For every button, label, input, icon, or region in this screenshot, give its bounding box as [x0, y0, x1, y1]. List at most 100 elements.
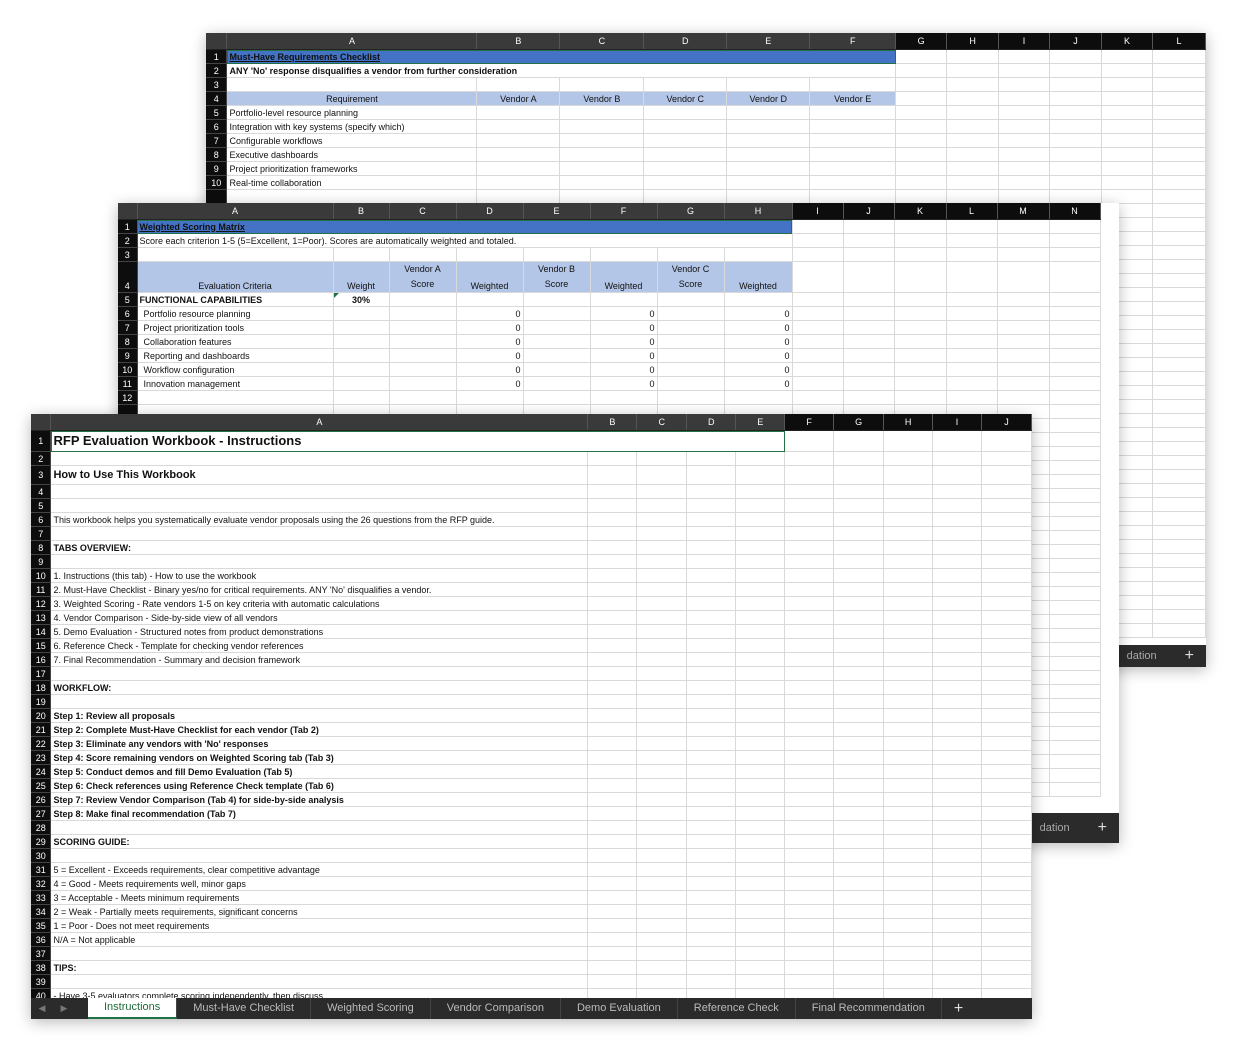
cell[interactable]	[932, 680, 982, 695]
cell[interactable]	[389, 292, 457, 307]
cell[interactable]	[735, 610, 786, 625]
row-number[interactable]: 1	[206, 49, 228, 64]
cell[interactable]	[1049, 712, 1101, 727]
instruction-line[interactable]: Step 2: Complete Must-Have Checklist for…	[50, 722, 589, 737]
instruction-line[interactable]: 1. Instructions (this tab) - How to use …	[50, 568, 589, 583]
cell[interactable]	[883, 526, 934, 541]
cell[interactable]	[643, 175, 728, 190]
cell[interactable]	[587, 596, 638, 611]
cell[interactable]	[981, 610, 1032, 625]
criteria-cell[interactable]: Collaboration features	[137, 334, 334, 349]
row-number[interactable]: 38	[31, 960, 52, 975]
cell[interactable]	[476, 105, 561, 120]
cell[interactable]	[587, 974, 638, 989]
vendor-score-header[interactable]: Vendor C Score	[657, 261, 725, 293]
cell[interactable]	[997, 219, 1050, 234]
cell[interactable]	[981, 890, 1032, 905]
cell[interactable]	[636, 526, 688, 541]
cell[interactable]	[833, 465, 885, 485]
cell[interactable]	[636, 736, 688, 751]
row-number[interactable]: 4	[206, 91, 228, 106]
cell[interactable]	[883, 465, 934, 485]
cell[interactable]	[1152, 525, 1206, 540]
cell[interactable]	[833, 862, 885, 877]
cell[interactable]	[636, 932, 688, 947]
sheet-tab-weighted-scoring[interactable]: Weighted Scoring	[311, 998, 431, 1019]
cell[interactable]	[735, 876, 786, 891]
add-sheet-button[interactable]: +	[1173, 647, 1206, 665]
cell[interactable]	[726, 175, 811, 190]
cell[interactable]	[997, 390, 1050, 405]
cell[interactable]	[1049, 219, 1101, 234]
cell[interactable]	[686, 540, 737, 555]
cell[interactable]	[833, 876, 885, 891]
cell[interactable]	[735, 680, 786, 695]
cell[interactable]	[932, 582, 982, 597]
cell[interactable]	[1049, 684, 1101, 699]
corner-cell[interactable]	[206, 33, 228, 50]
cell[interactable]	[998, 133, 1051, 148]
cell[interactable]	[932, 792, 982, 807]
cell[interactable]	[1049, 404, 1101, 419]
weighted-cell[interactable]: 0	[724, 362, 793, 377]
cell[interactable]	[883, 932, 934, 947]
cell[interactable]	[1049, 348, 1101, 363]
cell[interactable]	[997, 247, 1050, 262]
cell[interactable]	[686, 465, 737, 485]
cell[interactable]	[883, 582, 934, 597]
cell[interactable]	[932, 834, 982, 849]
cell[interactable]	[50, 848, 589, 863]
cell[interactable]	[1049, 306, 1101, 321]
weighted-cell[interactable]: 0	[724, 348, 793, 363]
cell[interactable]	[981, 652, 1032, 667]
cell[interactable]	[981, 451, 1032, 466]
cell[interactable]	[1101, 105, 1153, 120]
cell[interactable]	[587, 736, 638, 751]
cell[interactable]	[686, 862, 737, 877]
cell[interactable]	[833, 918, 885, 933]
cell[interactable]	[735, 652, 786, 667]
cell[interactable]	[456, 247, 524, 262]
cell[interactable]	[686, 876, 737, 891]
cell[interactable]	[1049, 740, 1101, 755]
cell[interactable]	[1152, 329, 1206, 344]
cell[interactable]	[784, 960, 835, 975]
column-header-a[interactable]: A	[137, 203, 334, 220]
cell[interactable]	[833, 778, 885, 793]
cell[interactable]	[784, 624, 835, 639]
cell[interactable]	[726, 147, 811, 162]
corner-cell[interactable]	[118, 203, 138, 220]
cell[interactable]	[587, 792, 638, 807]
cell[interactable]	[894, 390, 947, 405]
cell[interactable]	[1152, 147, 1206, 162]
row-number[interactable]: 23	[31, 750, 52, 765]
cell[interactable]	[726, 119, 811, 134]
row-number[interactable]: 24	[31, 764, 52, 779]
cell[interactable]	[1152, 161, 1206, 176]
cell[interactable]	[997, 292, 1050, 307]
row-number[interactable]: 33	[31, 890, 52, 905]
cell[interactable]	[587, 526, 638, 541]
cell[interactable]	[997, 376, 1050, 391]
cell[interactable]	[1049, 390, 1101, 405]
row-number[interactable]: 25	[31, 778, 52, 793]
add-sheet-button[interactable]: +	[942, 1000, 975, 1018]
row-number[interactable]: 5	[118, 292, 138, 307]
instruction-line[interactable]: WORKFLOW:	[50, 680, 589, 695]
cell[interactable]	[1049, 516, 1101, 531]
cell[interactable]	[932, 904, 982, 919]
cell[interactable]	[523, 390, 591, 405]
cell[interactable]	[735, 526, 786, 541]
cell[interactable]	[883, 568, 934, 583]
cell[interactable]	[735, 778, 786, 793]
cell[interactable]	[636, 946, 688, 961]
cell[interactable]	[932, 876, 982, 891]
cell[interactable]	[883, 596, 934, 611]
cell[interactable]	[1049, 292, 1101, 307]
cell[interactable]	[1101, 189, 1153, 204]
weighted-cell[interactable]: 0	[456, 334, 524, 349]
row-number[interactable]: 3	[31, 465, 52, 485]
cell[interactable]	[559, 189, 645, 204]
cell[interactable]	[686, 666, 737, 681]
cell[interactable]	[946, 376, 998, 391]
